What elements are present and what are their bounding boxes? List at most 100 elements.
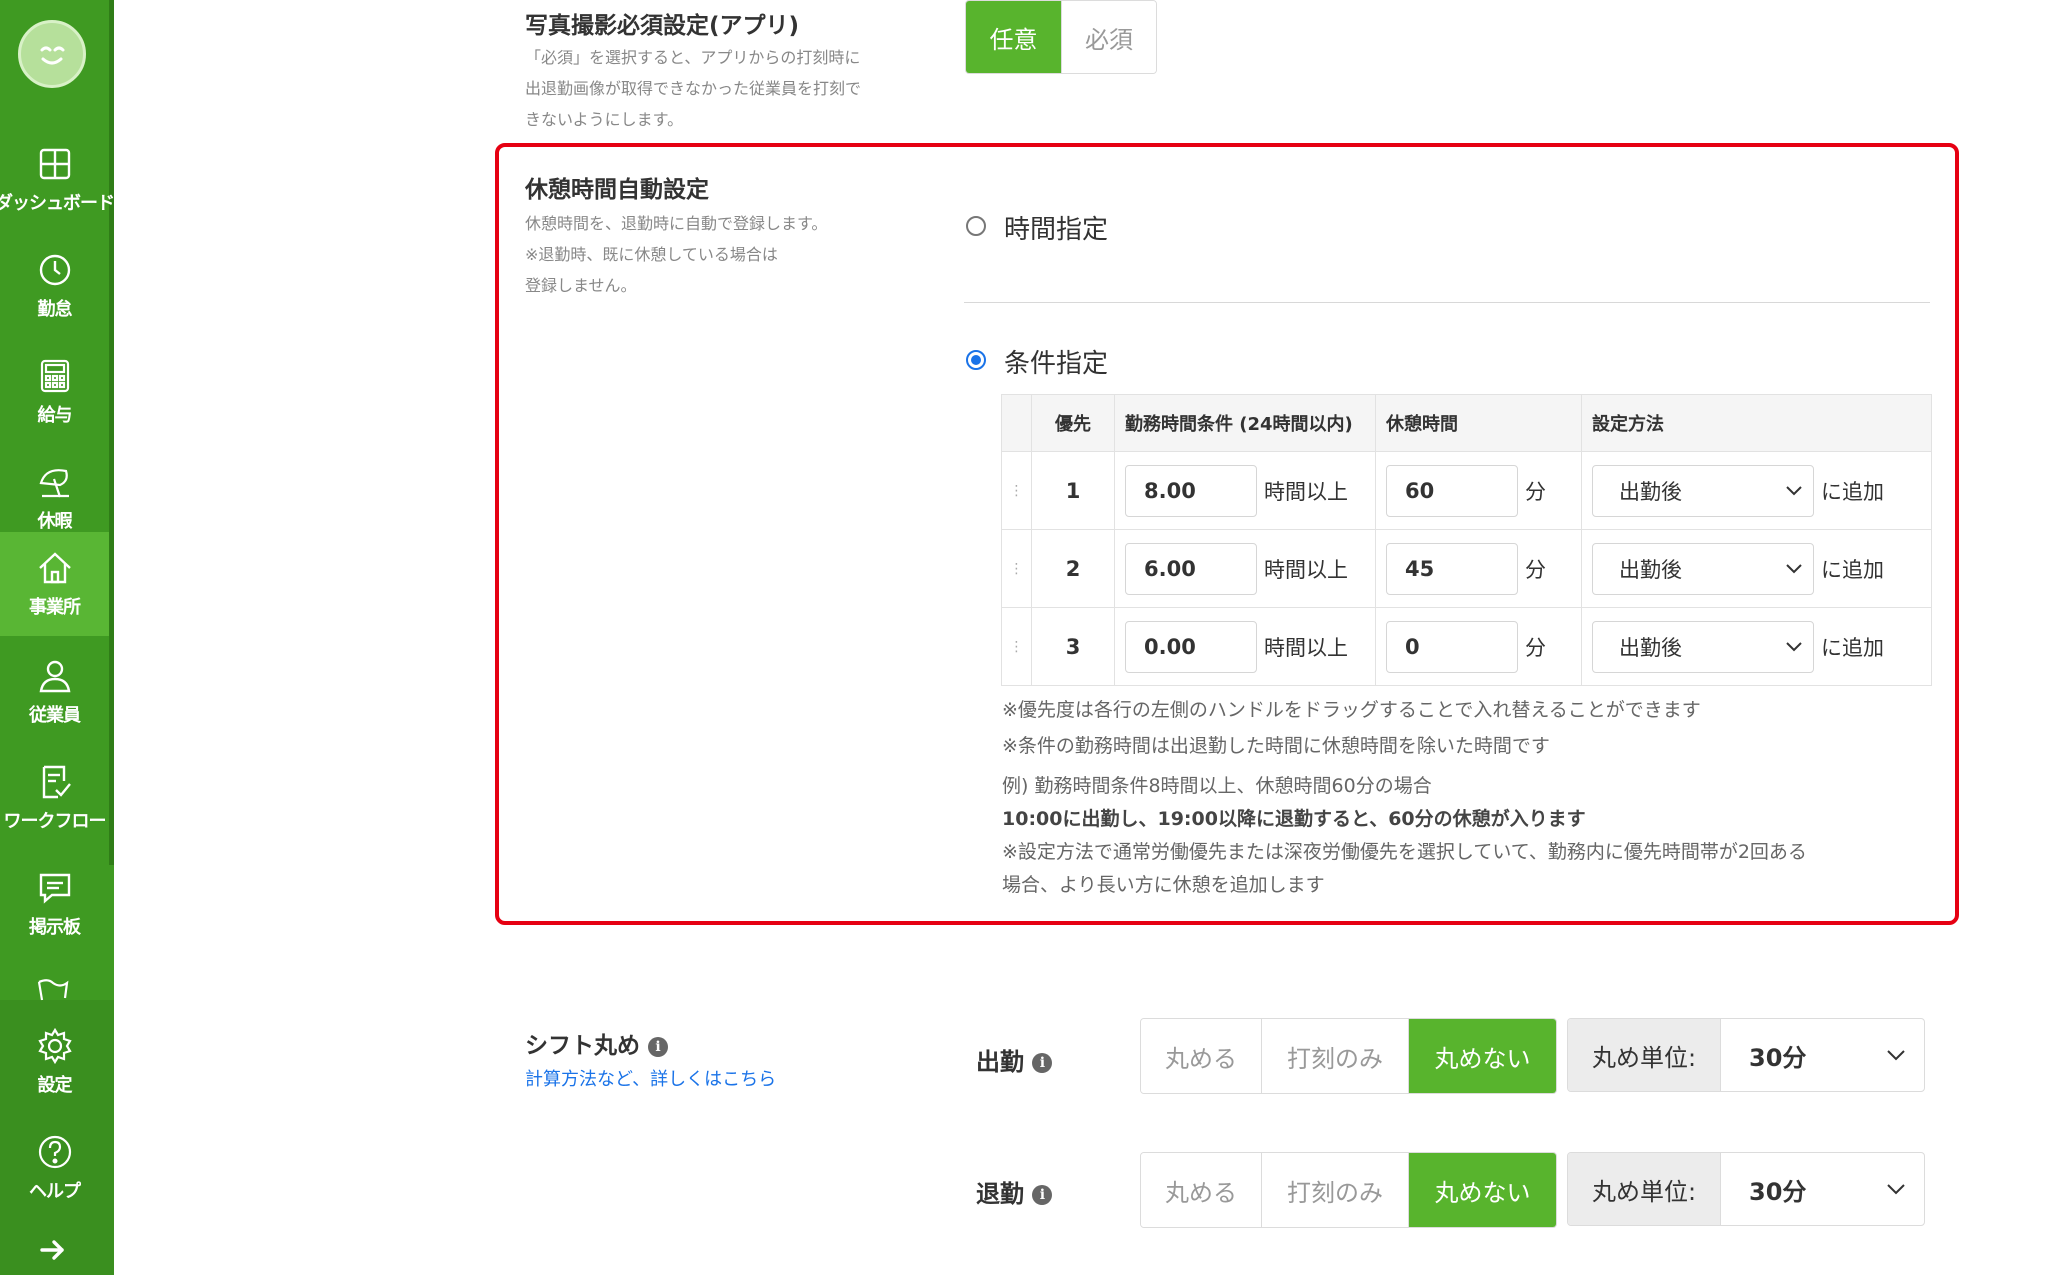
work-condition-header: 勤務時間条件 (24時間以内) bbox=[1114, 394, 1376, 452]
dashboard-icon bbox=[39, 148, 70, 180]
sidebar-item-dashboard[interactable]: ダッシュボード bbox=[0, 128, 115, 232]
divider bbox=[964, 302, 1930, 303]
expand-sidebar-arrow-icon[interactable] bbox=[38, 1238, 68, 1262]
break-setting-description: 休憩時間を、退勤時に自動で登録します。 ※退勤時、既に休憩している場合は 登録し… bbox=[525, 208, 827, 301]
sidebar-item-attendance[interactable]: 勤怠 bbox=[0, 234, 109, 338]
sidebar-item-board[interactable]: 掲示板 bbox=[0, 852, 109, 956]
stamp-only-option[interactable]: 打刻のみ bbox=[1262, 1153, 1409, 1227]
checklist-icon bbox=[42, 765, 71, 799]
hours-unit: 時間以上 bbox=[1264, 557, 1348, 582]
calculation-help-link[interactable]: 計算方法など、詳しくはこちら bbox=[525, 1065, 776, 1091]
no-round-option[interactable]: 丸めない bbox=[1409, 1019, 1556, 1093]
sidebar-item-label: 休暇 bbox=[37, 511, 73, 532]
stamp-only-option[interactable]: 打刻のみ bbox=[1262, 1019, 1409, 1093]
rounding-unit-select[interactable]: 30分 bbox=[1721, 1153, 1924, 1225]
radio-condition-specified[interactable] bbox=[966, 350, 986, 370]
method-select-value: 出勤後 bbox=[1619, 635, 1682, 660]
example-line-1: 例) 勤務時間条件8時間以上、休憩時間60分の場合 bbox=[1002, 775, 1432, 797]
sidebar-item-label: ワークフロー bbox=[3, 811, 107, 832]
drag-handle[interactable]: ⋮ bbox=[1001, 529, 1032, 608]
break-minutes-input[interactable]: 45 bbox=[1386, 542, 1518, 595]
clock-in-rounding-toggle: 丸める 打刻のみ 丸めない bbox=[1140, 1018, 1557, 1094]
method-select[interactable]: 出勤後 bbox=[1592, 542, 1814, 595]
photo-setting-title: 写真撮影必須設定(アプリ) bbox=[525, 13, 800, 39]
shift-rounding-title-text: シフト丸め bbox=[525, 1033, 640, 1059]
chevron-down-icon bbox=[1887, 1183, 1905, 1194]
info-icon[interactable]: i bbox=[648, 1036, 669, 1057]
work-hours-input[interactable]: 8.00 bbox=[1125, 464, 1257, 517]
drag-handle[interactable]: ⋮ bbox=[1001, 451, 1032, 530]
clock-out-rounding-toggle: 丸める 打刻のみ 丸めない bbox=[1140, 1152, 1557, 1228]
method-select-value: 出勤後 bbox=[1619, 557, 1682, 582]
chevron-down-icon bbox=[1786, 563, 1802, 573]
clock-in-rounding-unit: 丸め単位: 30分 bbox=[1567, 1018, 1925, 1092]
shift-rounding-title: シフト丸め i bbox=[525, 1026, 669, 1060]
note-priority-band-cont: 場合、より長い方に休憩を追加します bbox=[1002, 874, 1325, 896]
method-select[interactable]: 出勤後 bbox=[1592, 620, 1814, 673]
smiley-icon bbox=[40, 46, 65, 65]
sidebar-scrollbar[interactable] bbox=[109, 0, 114, 865]
drag-handle[interactable]: ⋮ bbox=[1001, 607, 1032, 686]
no-round-option[interactable]: 丸めない bbox=[1409, 1153, 1556, 1227]
clock-icon bbox=[39, 254, 70, 286]
break-time-header: 休憩時間 bbox=[1375, 394, 1582, 452]
work-hours-input[interactable]: 6.00 bbox=[1125, 542, 1257, 595]
round-option[interactable]: 丸める bbox=[1141, 1019, 1262, 1093]
priority-cell: 3 bbox=[1031, 607, 1115, 686]
break-minutes-input[interactable]: 0 bbox=[1386, 620, 1518, 673]
break-minutes-input[interactable]: 60 bbox=[1386, 464, 1518, 517]
avatar[interactable] bbox=[18, 20, 86, 88]
note-drag-handle: ※優先度は各行の左側のハンドルをドラッグすることで入れ替えることができます bbox=[1002, 699, 1701, 721]
gear-icon bbox=[37, 1027, 72, 1065]
table-row: ⋮ 1 8.00 時間以上 60 分 出勤後 に追加 bbox=[1001, 451, 1932, 530]
break-condition-table: 優先 勤務時間条件 (24時間以内) 休憩時間 設定方法 ⋮ 1 8.00 時間… bbox=[1001, 394, 1932, 686]
rounding-unit-value: 30分 bbox=[1749, 1043, 1807, 1072]
priority-cell: 2 bbox=[1031, 529, 1115, 608]
radio-time-label[interactable]: 時間指定 bbox=[1004, 209, 1108, 246]
person-icon bbox=[39, 660, 70, 693]
sidebar-item-workflow[interactable]: ワークフロー bbox=[0, 746, 109, 850]
radio-condition-label[interactable]: 条件指定 bbox=[1004, 343, 1108, 380]
photo-required-toggle: 任意 必須 bbox=[965, 0, 1157, 74]
optional-option[interactable]: 任意 bbox=[966, 1, 1062, 73]
sidebar-item-settings[interactable]: 設定 bbox=[0, 1010, 109, 1114]
sidebar-item-label: 設定 bbox=[37, 1075, 73, 1096]
method-select[interactable]: 出勤後 bbox=[1592, 464, 1814, 517]
info-icon[interactable]: i bbox=[1032, 1053, 1053, 1073]
sidebar-item-label: 従業員 bbox=[29, 705, 81, 726]
sidebar-item-help[interactable]: ヘルプ bbox=[0, 1116, 109, 1220]
sidebar-item-payroll[interactable]: 給与 bbox=[0, 340, 109, 444]
rounding-unit-value: 30分 bbox=[1749, 1177, 1807, 1206]
method-suffix: に追加 bbox=[1821, 479, 1884, 504]
radio-time-specified[interactable] bbox=[966, 216, 986, 236]
break-setting-title: 休憩時間自動設定 bbox=[525, 177, 709, 203]
home-icon bbox=[38, 552, 71, 584]
minutes-unit: 分 bbox=[1525, 557, 1546, 582]
description-line: 「必須」を選択すると、アプリからの打刻時に bbox=[525, 48, 861, 67]
rounding-unit-select[interactable]: 30分 bbox=[1721, 1019, 1924, 1091]
priority-cell: 1 bbox=[1031, 451, 1115, 530]
work-hours-input[interactable]: 0.00 bbox=[1125, 620, 1257, 673]
rounding-unit-label: 丸め単位: bbox=[1568, 1153, 1721, 1225]
sidebar-item-label: 事業所 bbox=[29, 597, 81, 618]
table-row: ⋮ 3 0.00 時間以上 0 分 出勤後 に追加 bbox=[1001, 607, 1932, 686]
sidebar-item-office[interactable]: 事業所 bbox=[0, 532, 109, 636]
description-line: きないようにします。 bbox=[525, 110, 684, 129]
required-option[interactable]: 必須 bbox=[1062, 1, 1156, 73]
note-priority-band: ※設定方法で通常労働優先または深夜労働優先を選択していて、勤務内に優先時間帯が2… bbox=[1002, 841, 1807, 863]
help-icon bbox=[38, 1135, 71, 1169]
round-option[interactable]: 丸める bbox=[1141, 1153, 1262, 1227]
clock-in-label-text: 出勤 bbox=[976, 1048, 1024, 1076]
note-work-time: ※条件の勤務時間は出退勤した時間に休憩時間を除いた時間です bbox=[1002, 735, 1550, 757]
sidebar-item-label: 勤怠 bbox=[37, 299, 73, 320]
hours-unit: 時間以上 bbox=[1264, 479, 1348, 504]
priority-header: 優先 bbox=[1031, 394, 1115, 452]
sidebar-item-label: 掲示板 bbox=[29, 917, 81, 938]
photo-setting-description: 「必須」を選択すると、アプリからの打刻時に 出退勤画像が取得できなかった従業員を… bbox=[525, 42, 861, 135]
sidebar-item-label: 給与 bbox=[37, 405, 73, 426]
info-icon[interactable]: i bbox=[1032, 1185, 1053, 1205]
hours-unit: 時間以上 bbox=[1264, 635, 1348, 660]
sidebar-item-employees[interactable]: 従業員 bbox=[0, 640, 109, 744]
clock-in-label: 出勤 i bbox=[976, 1042, 1053, 1077]
description-line: 登録しません。 bbox=[525, 276, 637, 295]
